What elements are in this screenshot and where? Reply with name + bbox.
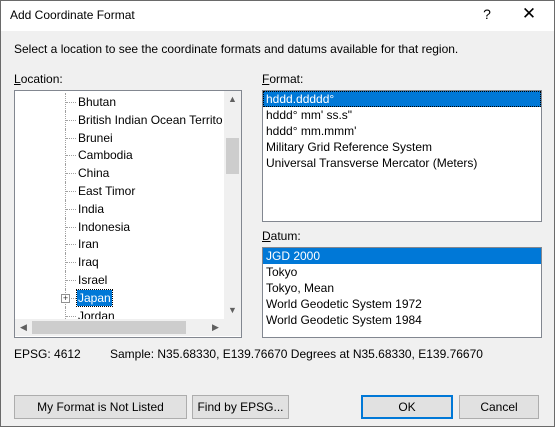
location-vertical-scrollbar[interactable]: ▲ ▼ <box>224 91 241 319</box>
tree-item[interactable]: Indonesia <box>15 217 223 236</box>
list-item[interactable]: hddd° mm' ss.s" <box>263 107 541 123</box>
tree-item[interactable]: Cambodia <box>15 146 223 165</box>
tree-item-label: East Timor <box>78 184 136 198</box>
tree-item-label: Brunei <box>78 130 113 145</box>
sample-text: Sample: N35.68330, E139.76670 Degrees at… <box>110 347 483 361</box>
list-item[interactable]: JGD 2000 <box>263 248 541 264</box>
tree-item[interactable]: Iran <box>15 235 223 254</box>
tree-item-label: Israel <box>78 273 108 287</box>
tree-item-label: British Indian Ocean Territory <box>78 112 223 127</box>
location-tree[interactable]: Bhutan British Indian Ocean Territory Brun… <box>14 90 242 338</box>
cancel-button[interactable]: Cancel <box>459 395 539 419</box>
vertical-scroll-thumb[interactable] <box>226 138 239 174</box>
list-item[interactable]: World Geodetic System 1972 <box>263 296 541 312</box>
tree-item-label: India <box>78 201 105 216</box>
tree-item[interactable]: Bhutan <box>15 93 223 111</box>
scroll-down-icon[interactable]: ▼ <box>224 302 241 319</box>
ok-button[interactable]: OK <box>361 395 453 419</box>
help-button[interactable]: ? <box>477 6 497 22</box>
list-item[interactable]: Tokyo, Mean <box>263 280 541 296</box>
tree-item[interactable]: Iraq <box>15 253 223 272</box>
tree-item-label: China <box>78 166 110 181</box>
location-tree-items: Bhutan British Indian Ocean Territory Brun… <box>15 91 223 319</box>
tree-item[interactable]: Jordan <box>15 306 223 319</box>
tree-item-label: Cambodia <box>78 148 133 163</box>
epsg-code: EPSG: 4612 <box>14 347 81 361</box>
list-item[interactable]: Tokyo <box>263 264 541 280</box>
expand-icon[interactable]: + <box>61 293 70 303</box>
instruction-text: Select a location to see the coordinate … <box>14 42 459 56</box>
find-by-epsg-button[interactable]: Find by EPSG... <box>192 395 289 419</box>
title-bar: Add Coordinate Format ? ✕ <box>1 1 554 31</box>
list-item[interactable]: World Geodetic System 1984 <box>263 312 541 328</box>
tree-item-label: Iraq <box>78 255 99 270</box>
scrollbar-corner <box>224 319 241 336</box>
close-button[interactable]: ✕ <box>516 4 542 24</box>
tree-item-label: Iran <box>78 237 99 252</box>
tree-item-label: Japan <box>76 288 113 307</box>
my-format-not-listed-button[interactable]: My Format is Not Listed <box>14 395 187 419</box>
tree-item-label: Indonesia <box>78 219 131 234</box>
tree-item[interactable]: British Indian Ocean Territory <box>15 110 223 129</box>
scroll-up-icon[interactable]: ▲ <box>224 91 241 108</box>
location-label: Location: <box>14 72 63 86</box>
tree-item[interactable]: Israel <box>15 271 223 289</box>
tree-item[interactable]: + Japan <box>15 288 223 307</box>
list-item[interactable]: Military Grid Reference System <box>263 139 541 155</box>
format-listbox[interactable]: hddd.ddddd° hddd° mm' ss.s" hddd° mm.mmm' M… <box>262 90 542 222</box>
tree-item[interactable]: India <box>15 199 223 218</box>
tree-item[interactable]: East Timor <box>15 182 223 200</box>
list-item[interactable]: Universal Transverse Mercator (Meters) <box>263 155 541 171</box>
datum-label: Datum: <box>262 229 301 243</box>
datum-listbox[interactable]: JGD 2000 Tokyo Tokyo, Mean World Geodetic S… <box>262 247 542 338</box>
tree-item-label: Bhutan <box>78 95 117 109</box>
tree-item-label: Jordan <box>78 308 115 319</box>
scroll-left-icon[interactable]: ◀ <box>15 319 32 336</box>
tree-item[interactable]: China <box>15 164 223 183</box>
horizontal-scroll-thumb[interactable] <box>32 321 186 334</box>
dialog-title: Add Coordinate Format <box>10 8 135 22</box>
list-item[interactable]: hddd° mm.mmm' <box>263 123 541 139</box>
format-label: Format: <box>262 72 304 86</box>
scroll-right-icon[interactable]: ▶ <box>207 319 224 336</box>
tree-item[interactable]: Brunei <box>15 128 223 147</box>
list-item[interactable]: hddd.ddddd° <box>263 91 541 107</box>
location-horizontal-scrollbar[interactable]: ◀ ▶ <box>15 319 224 336</box>
add-coordinate-format-dialog: Add Coordinate Format ? ✕ Select a locat… <box>0 0 555 427</box>
